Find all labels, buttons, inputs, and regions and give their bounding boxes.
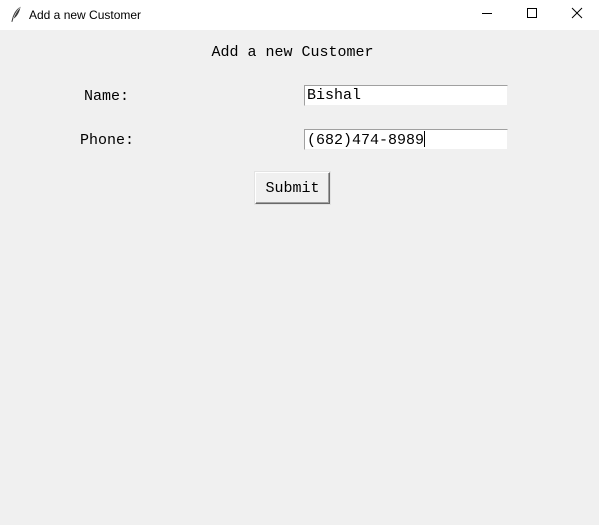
name-field[interactable]: Bishal	[304, 85, 508, 106]
app-window: Add a new Customer Add a new Customer Na…	[0, 0, 599, 525]
minimize-button[interactable]	[464, 0, 509, 30]
feather-icon	[9, 6, 23, 23]
name-label: Name:	[84, 88, 130, 105]
form-heading: Add a new Customer	[211, 44, 374, 61]
close-icon	[571, 6, 583, 24]
title-bar[interactable]: Add a new Customer	[0, 0, 599, 30]
close-button[interactable]	[554, 0, 599, 30]
maximize-icon	[526, 6, 538, 24]
phone-label: Phone:	[80, 132, 135, 149]
phone-field-value: (682)474-8989	[307, 132, 425, 149]
minimize-icon	[481, 6, 493, 24]
window-title: Add a new Customer	[29, 8, 142, 22]
submit-button-label: Submit	[265, 179, 320, 197]
submit-button[interactable]: Submit	[255, 172, 330, 204]
text-cursor	[424, 131, 426, 147]
phone-field[interactable]: (682)474-8989	[304, 129, 508, 150]
maximize-button[interactable]	[509, 0, 554, 30]
name-field-value: Bishal	[307, 87, 362, 104]
